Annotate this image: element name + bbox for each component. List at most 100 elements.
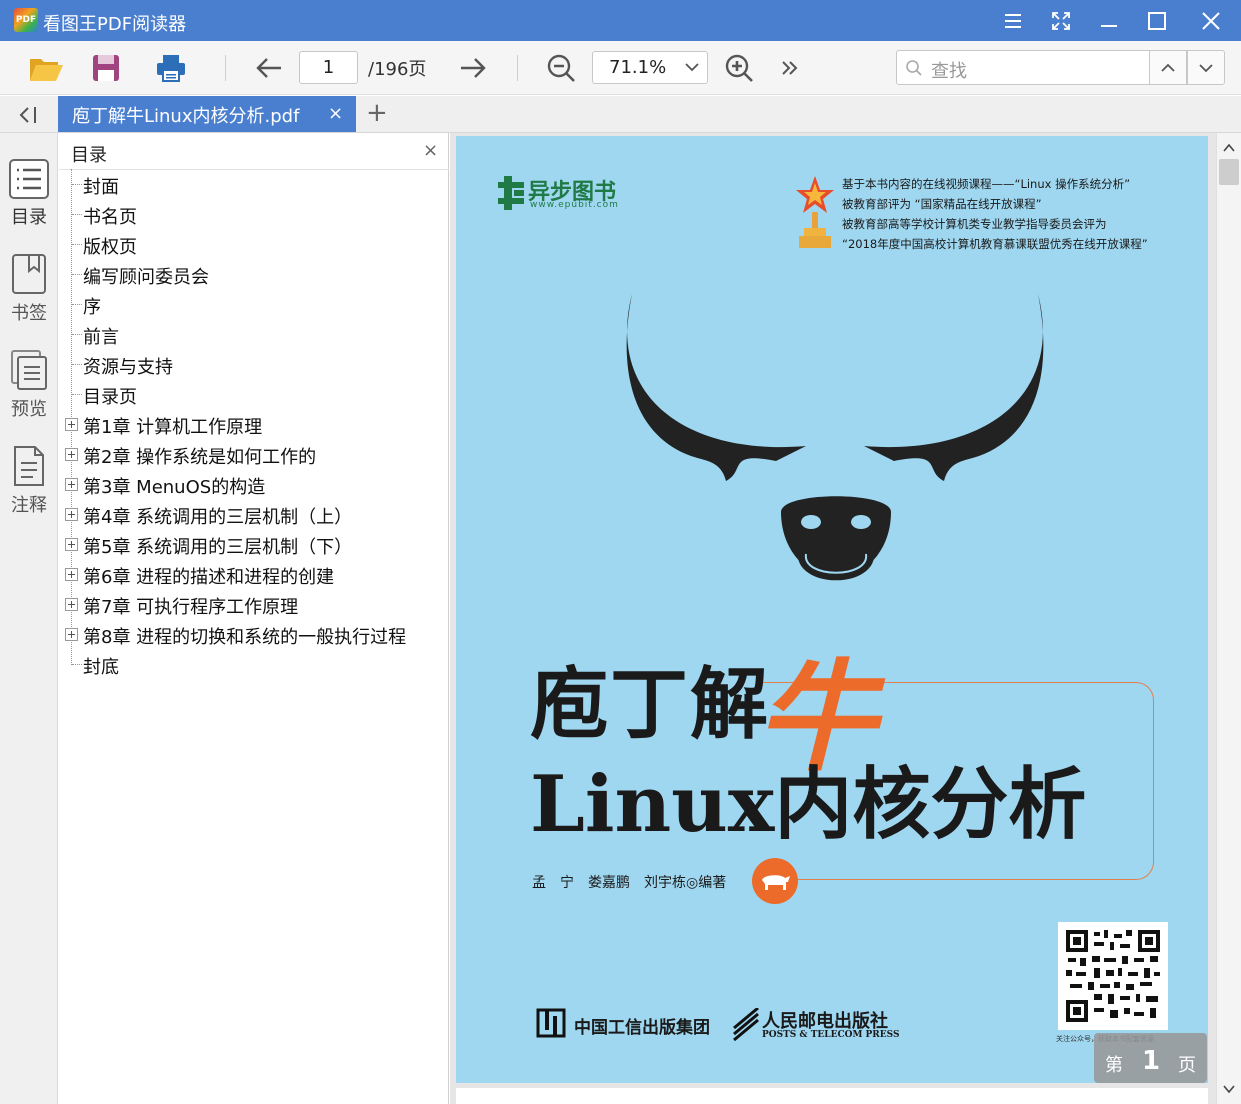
expand-plus-icon[interactable]	[65, 568, 78, 581]
publisher-group: 中国工信出版集团	[574, 1018, 710, 1038]
tab-close-icon[interactable]: ×	[328, 103, 343, 124]
outline-item[interactable]: 版权页	[59, 229, 447, 259]
chevron-down-icon	[685, 63, 699, 72]
toolbar: 1 /196页 71.1% 查找	[0, 41, 1241, 95]
search-field[interactable]: 查找	[896, 50, 1150, 85]
tree-connector	[72, 184, 82, 185]
open-file-button[interactable]	[27, 49, 65, 87]
expand-plus-icon[interactable]	[65, 478, 78, 491]
print-button[interactable]	[152, 49, 190, 87]
tab-document[interactable]: 庖丁解牛Linux内核分析.pdf ×	[58, 96, 356, 132]
outline-item-label: 第2章 操作系统是如何工作的	[83, 447, 317, 468]
tree-connector	[72, 664, 82, 665]
rail-item-preview[interactable]: 预览	[0, 349, 58, 421]
rail-item-toc[interactable]: 目录	[0, 159, 58, 229]
publisher-press-en: POSTS & TELECOM PRESS	[762, 1030, 900, 1040]
outline-item[interactable]: 序	[59, 289, 447, 319]
window-title: 看图王PDF阅读器	[43, 14, 187, 35]
menu-button[interactable]	[989, 0, 1037, 41]
zoom-out-button[interactable]	[542, 49, 580, 87]
maximize-icon	[1148, 11, 1166, 30]
outline-item-label: 封底	[83, 657, 119, 678]
zoom-in-button[interactable]	[720, 49, 758, 87]
outline-item[interactable]: 第1章 计算机工作原理	[59, 409, 447, 439]
sidebar-rail: 目录 书签 预览 注释	[0, 133, 58, 1104]
bull-illustration	[626, 294, 1044, 581]
award-line: 基于本书内容的在线视频课程——“Linux 操作系统分析”	[842, 177, 1131, 191]
zoom-select[interactable]: 71.1%	[592, 51, 708, 84]
scroll-down-button[interactable]	[1217, 1078, 1241, 1100]
collapse-sidebar-button[interactable]	[10, 102, 46, 128]
outline-item[interactable]: 书名页	[59, 199, 447, 229]
collapse-left-icon	[19, 107, 36, 123]
expand-plus-icon[interactable]	[65, 598, 78, 611]
outline-item[interactable]: 目录页	[59, 379, 447, 409]
printer-icon	[157, 55, 185, 82]
maximize-button[interactable]	[1133, 0, 1181, 41]
outline-item-label: 第8章 进程的切换和系统的一般执行过程	[83, 627, 407, 648]
outline-item[interactable]: 第5章 系统调用的三层机制（下）	[59, 529, 447, 559]
tree-connector	[72, 214, 82, 215]
outline-item-label: 前言	[83, 327, 119, 348]
folder-open-icon	[30, 59, 63, 81]
zoom-out-icon	[547, 54, 575, 82]
outline-title: 目录	[71, 145, 107, 166]
more-tools-button[interactable]	[771, 49, 809, 87]
outline-item[interactable]: 封面	[59, 169, 447, 199]
outline-item[interactable]: 资源与支持	[59, 349, 447, 379]
minimize-button[interactable]	[1085, 0, 1133, 41]
outline-item[interactable]: 封底	[59, 649, 447, 679]
outline-header: 目录 ×	[59, 133, 449, 170]
expand-plus-icon[interactable]	[65, 628, 78, 641]
outline-item-label: 序	[83, 297, 101, 318]
search-next-button[interactable]	[1187, 50, 1225, 85]
outline-item[interactable]: 第4章 系统调用的三层机制（上）	[59, 499, 447, 529]
outline-item-label: 目录页	[83, 387, 137, 408]
outline-item[interactable]: 第8章 进程的切换和系统的一般执行过程	[59, 619, 447, 649]
book-title-line2: Linux内核分析	[530, 759, 1087, 850]
tree-connector	[72, 274, 82, 275]
annotation-icon	[14, 446, 44, 486]
cow-badge-icon	[752, 858, 798, 904]
double-chevron-right-icon	[782, 61, 798, 75]
chevron-down-icon	[1223, 1085, 1235, 1094]
rail-label: 目录	[11, 207, 47, 228]
outline-item[interactable]: 第6章 进程的描述和进程的创建	[59, 559, 447, 589]
outline-item[interactable]: 前言	[59, 319, 447, 349]
outline-item[interactable]: 第7章 可执行程序工作原理	[59, 589, 447, 619]
previous-page-button[interactable]	[250, 49, 288, 87]
close-window-button[interactable]	[1187, 0, 1235, 41]
page-number-input[interactable]: 1	[299, 51, 358, 84]
outline-item-label: 第1章 计算机工作原理	[83, 417, 263, 438]
rail-item-annotations[interactable]: 注释	[0, 445, 58, 517]
outline-item-label: 书名页	[83, 207, 137, 228]
vertical-scrollbar[interactable]	[1216, 133, 1241, 1104]
outline-item[interactable]: 编写顾问委员会	[59, 259, 447, 289]
search-previous-button[interactable]	[1149, 50, 1187, 85]
fullscreen-button[interactable]	[1037, 0, 1085, 41]
outline-item[interactable]: 第2章 操作系统是如何工作的	[59, 439, 447, 469]
rail-item-bookmarks[interactable]: 书签	[0, 253, 58, 325]
next-page-button[interactable]	[454, 49, 492, 87]
scroll-thumb[interactable]	[1219, 159, 1239, 185]
expand-plus-icon[interactable]	[65, 448, 78, 461]
outline-close-icon[interactable]: ×	[423, 140, 438, 161]
expand-plus-icon[interactable]	[65, 418, 78, 431]
expand-plus-icon[interactable]	[65, 508, 78, 521]
toolbar-separator	[225, 55, 226, 81]
document-viewport[interactable]: 异步图书 www.epubit.com 基于本书内容的在线视频课程——“Linu…	[450, 133, 1216, 1104]
zoom-in-icon	[725, 54, 753, 82]
hamburger-icon	[1005, 13, 1021, 28]
book-authors: 孟 宁 娄嘉鹏 刘宇栋◎编著	[532, 875, 727, 891]
outline-item[interactable]: 第3章 MenuOS的构造	[59, 469, 447, 499]
award-line: “2018年度中国高校计算机教育慕课联盟优秀在线开放课程”	[842, 237, 1148, 251]
expand-plus-icon[interactable]	[65, 538, 78, 551]
save-button[interactable]	[87, 49, 125, 87]
page-indicator-number: 1	[1142, 1046, 1161, 1076]
outline-item-label: 第5章 系统调用的三层机制（下）	[83, 537, 353, 558]
outline-item-label: 资源与支持	[83, 357, 173, 378]
scroll-up-button[interactable]	[1217, 137, 1241, 159]
arrow-left-icon	[256, 58, 281, 78]
new-tab-button[interactable]: +	[366, 98, 388, 128]
chevron-down-icon	[1199, 63, 1213, 72]
